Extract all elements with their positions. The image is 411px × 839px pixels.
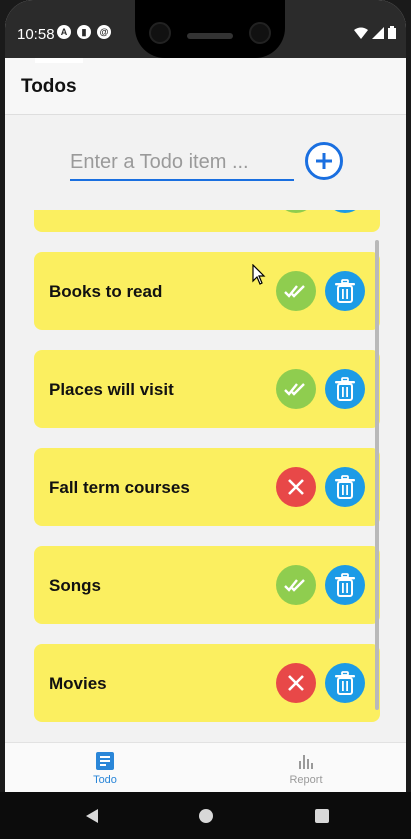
tab-todo-label: Todo bbox=[93, 774, 117, 786]
todo-list-content: DevC Challenge project Books to read Place… bbox=[5, 210, 406, 738]
todo-item[interactable]: Songs bbox=[34, 546, 380, 624]
close-icon bbox=[288, 479, 304, 495]
camera-icon bbox=[149, 22, 171, 44]
delete-todo-button[interactable] bbox=[325, 369, 365, 409]
wifi-icon bbox=[354, 27, 368, 39]
status-time: 10:58 bbox=[17, 26, 55, 43]
todo-item-label: Fall term courses bbox=[49, 478, 190, 497]
home-button[interactable] bbox=[194, 804, 218, 828]
notification-icon-a: A bbox=[57, 25, 71, 39]
todo-item[interactable]: Places will visit bbox=[34, 350, 380, 428]
tab-report-label: Report bbox=[289, 774, 323, 786]
trash-icon bbox=[335, 573, 355, 597]
mark-done-button[interactable] bbox=[276, 271, 316, 311]
system-status-icons bbox=[354, 26, 396, 39]
notification-icon-sd: ▮ bbox=[77, 25, 91, 39]
notification-icons: A ▮ @ bbox=[57, 25, 111, 39]
camera-icon bbox=[249, 22, 271, 44]
trash-icon bbox=[335, 671, 355, 695]
mouse-cursor-icon bbox=[252, 264, 266, 285]
delete-todo-button[interactable] bbox=[325, 210, 365, 213]
camera-notch bbox=[135, 0, 285, 58]
app-header: Todos bbox=[5, 58, 406, 115]
back-button[interactable] bbox=[80, 804, 104, 828]
page-title: Todos bbox=[21, 76, 77, 97]
double-check-icon bbox=[284, 579, 305, 592]
bar-chart-icon bbox=[299, 755, 313, 769]
double-check-icon bbox=[284, 383, 305, 396]
trash-icon bbox=[335, 475, 355, 499]
tab-report[interactable]: Report bbox=[206, 743, 406, 793]
delete-todo-button[interactable] bbox=[325, 271, 365, 311]
todo-item-label: Songs bbox=[49, 576, 101, 595]
add-todo-button[interactable] bbox=[305, 142, 343, 180]
todo-item-label: Places will visit bbox=[49, 380, 174, 399]
todo-item[interactable]: Fall term courses bbox=[34, 448, 380, 526]
todo-item[interactable]: DevC Challenge project bbox=[34, 210, 380, 232]
todo-list[interactable]: DevC Challenge project Books to read Place… bbox=[5, 210, 406, 738]
close-icon bbox=[288, 675, 304, 691]
square-icon bbox=[315, 809, 329, 823]
recent-apps-button[interactable] bbox=[310, 804, 334, 828]
bottom-tab-bar: Todo Report bbox=[5, 742, 406, 793]
back-triangle-icon bbox=[86, 809, 98, 823]
mark-done-button[interactable] bbox=[276, 369, 316, 409]
app-screen: 10:58 A ▮ @ Todos Enter a Todo item ... … bbox=[5, 0, 406, 839]
mark-not-done-button[interactable] bbox=[276, 467, 316, 507]
mark-done-button[interactable] bbox=[276, 565, 316, 605]
speaker-grille bbox=[187, 33, 233, 39]
todo-input[interactable] bbox=[70, 145, 294, 181]
home-circle-icon bbox=[199, 809, 213, 823]
plus-icon bbox=[316, 153, 332, 169]
tab-todo[interactable]: Todo bbox=[5, 743, 205, 793]
todo-item[interactable]: Movies bbox=[34, 644, 380, 722]
battery-icon bbox=[388, 26, 396, 39]
delete-todo-button[interactable] bbox=[325, 467, 365, 507]
double-check-icon bbox=[284, 285, 305, 298]
phone-frame: 10:58 A ▮ @ Todos Enter a Todo item ... … bbox=[0, 0, 411, 839]
document-icon bbox=[96, 752, 114, 770]
trash-icon bbox=[335, 279, 355, 303]
todo-item-label: Movies bbox=[49, 674, 107, 693]
status-bar: 10:58 A ▮ @ bbox=[5, 0, 406, 58]
android-nav-bar bbox=[0, 792, 411, 839]
notification-icon-at: @ bbox=[97, 25, 111, 39]
delete-todo-button[interactable] bbox=[325, 565, 365, 605]
signal-icon bbox=[372, 26, 384, 39]
todo-item-label: Books to read bbox=[49, 282, 163, 301]
header-indicator bbox=[35, 58, 83, 63]
scrollbar[interactable] bbox=[375, 240, 379, 710]
trash-icon bbox=[335, 377, 355, 401]
add-todo-row bbox=[5, 114, 406, 210]
mark-done-button[interactable] bbox=[276, 210, 316, 213]
delete-todo-button[interactable] bbox=[325, 663, 365, 703]
mark-not-done-button[interactable] bbox=[276, 663, 316, 703]
todo-item[interactable]: Books to read bbox=[34, 252, 380, 330]
